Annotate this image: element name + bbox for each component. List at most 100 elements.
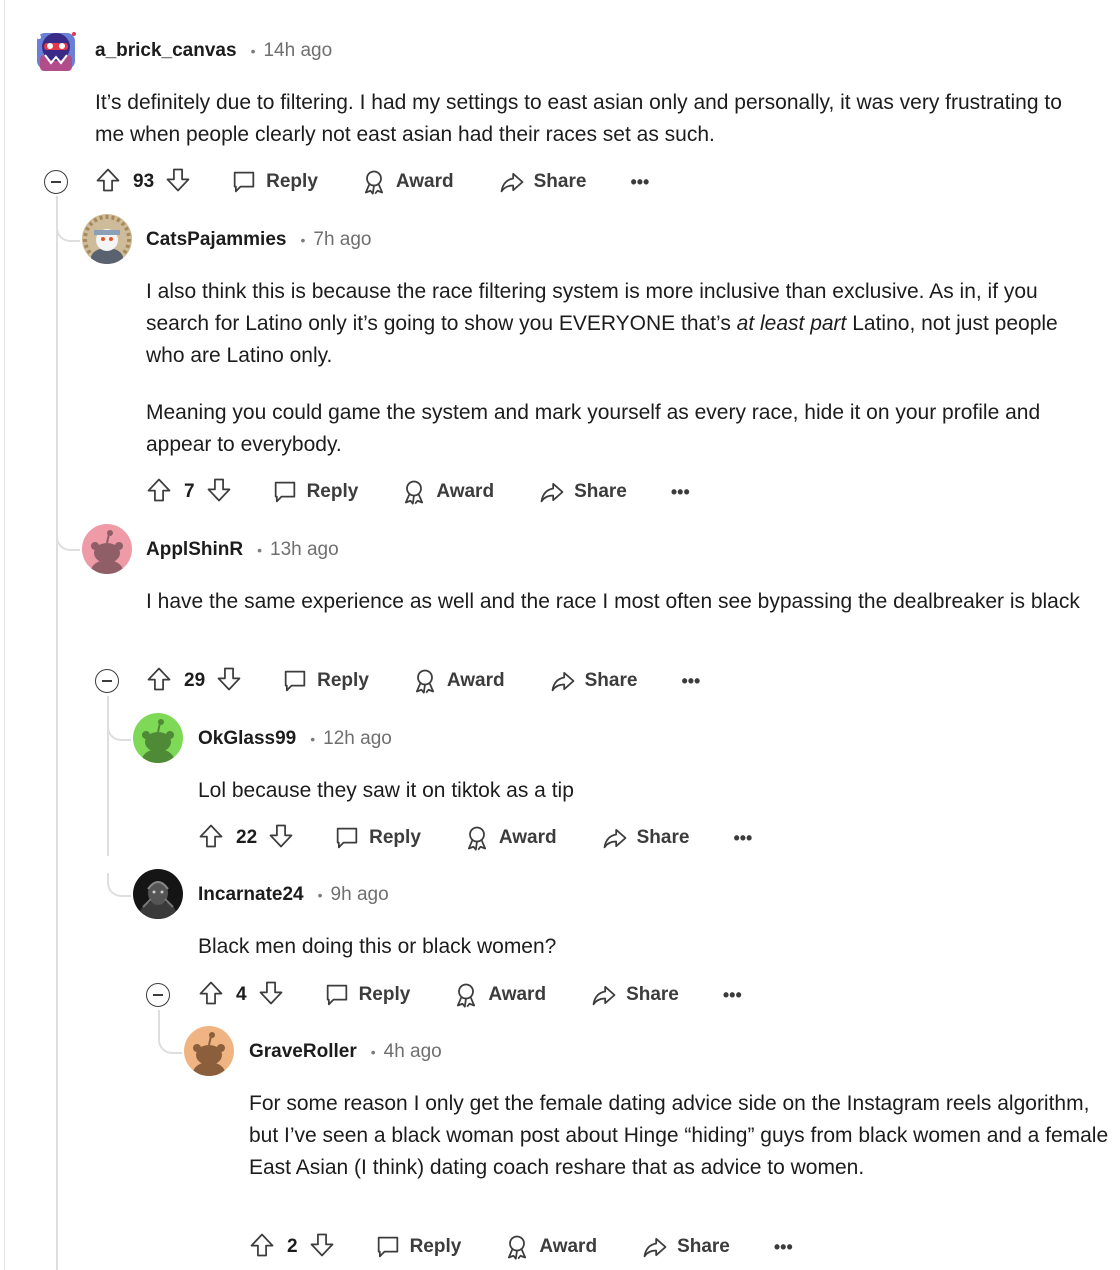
thread-line-incarnate24[interactable] (158, 1010, 160, 1032)
separator-dot: • (257, 542, 263, 558)
award-button[interactable]: Award (360, 168, 454, 196)
collapse-icon[interactable] (95, 669, 119, 693)
award-label: Award (395, 171, 454, 192)
thread-connector (56, 527, 80, 551)
downvote-icon[interactable] (205, 476, 233, 509)
thread-connector (107, 717, 131, 741)
share-button[interactable]: Share (590, 981, 679, 1009)
downvote-icon[interactable] (257, 979, 285, 1012)
vote-count: 4 (236, 984, 247, 1005)
award-button[interactable]: Award (452, 981, 546, 1009)
comment-header: Incarnate24 • 9h ago (198, 883, 389, 907)
downvote-icon[interactable] (164, 166, 192, 199)
upvote-icon[interactable] (197, 822, 225, 855)
username[interactable]: Incarnate24 (198, 884, 304, 906)
reply-icon (230, 168, 258, 196)
share-label: Share (533, 171, 587, 192)
more-options-button[interactable]: ••• (774, 1237, 793, 1258)
share-button[interactable]: Share (498, 168, 587, 196)
award-label: Award (446, 670, 505, 691)
separator-dot: • (317, 887, 323, 903)
share-button[interactable]: Share (538, 478, 627, 506)
comment-header: a_brick_canvas • 14h ago (95, 39, 332, 63)
comment-header: GraveRoller • 4h ago (249, 1040, 442, 1064)
thread-line-a-brick-canvas[interactable] (56, 196, 58, 1270)
reply-icon (374, 1233, 402, 1261)
separator-dot: • (250, 43, 256, 59)
downvote-icon[interactable] (308, 1231, 336, 1264)
vote-count: 22 (236, 827, 258, 848)
reply-button[interactable]: Reply (230, 168, 318, 196)
share-icon (601, 824, 629, 852)
emphasized-text: at least part (736, 312, 847, 335)
comment-header: OkGlass99 • 12h ago (198, 727, 392, 751)
comment-text: Meaning you could game the system and ma… (146, 401, 1041, 456)
share-button[interactable]: Share (641, 1233, 730, 1261)
upvote-icon[interactable] (94, 166, 122, 199)
comment-actions: 29 Reply Award Share ••• (145, 661, 700, 701)
thread-connector (56, 218, 80, 242)
comment-body: For some reason I only get the female da… (249, 1088, 1109, 1184)
upvote-icon[interactable] (145, 476, 173, 509)
more-options-button[interactable]: ••• (681, 671, 700, 692)
avatar[interactable] (133, 713, 183, 763)
award-icon (411, 667, 439, 695)
username[interactable]: ApplShinR (146, 539, 243, 561)
avatar[interactable] (133, 869, 183, 919)
reply-label: Reply (306, 481, 359, 502)
vote-count: 29 (184, 670, 206, 691)
reply-button[interactable]: Reply (374, 1233, 461, 1261)
username[interactable]: GraveRoller (249, 1041, 357, 1063)
award-label: Award (498, 827, 557, 848)
reply-icon (333, 824, 361, 852)
share-icon (498, 168, 526, 196)
award-icon (503, 1233, 531, 1261)
more-options-button[interactable]: ••• (733, 828, 752, 849)
avatar[interactable] (82, 214, 132, 264)
more-options-button[interactable]: ••• (671, 482, 690, 503)
username[interactable]: OkGlass99 (198, 728, 296, 750)
share-icon (538, 478, 566, 506)
timestamp[interactable]: 4h ago (384, 1041, 442, 1063)
more-options-button[interactable]: ••• (723, 985, 742, 1006)
reply-button[interactable]: Reply (281, 667, 369, 695)
comment-text: I also think this is because the race fi… (146, 280, 1058, 367)
upvote-icon[interactable] (145, 665, 173, 698)
award-button[interactable]: Award (411, 667, 505, 695)
avatar[interactable] (184, 1026, 234, 1076)
downvote-icon[interactable] (215, 665, 243, 698)
avatar[interactable] (31, 25, 81, 75)
award-button[interactable]: Award (503, 1233, 597, 1261)
timestamp[interactable]: 12h ago (323, 728, 392, 750)
collapse-icon[interactable] (146, 983, 170, 1007)
more-options-button[interactable]: ••• (630, 172, 649, 193)
username[interactable]: CatsPajammies (146, 229, 286, 251)
username[interactable]: a_brick_canvas (95, 40, 237, 62)
award-button[interactable]: Award (400, 478, 494, 506)
reply-button[interactable]: Reply (271, 478, 359, 506)
award-label: Award (488, 984, 547, 1005)
reply-icon (323, 981, 351, 1009)
downvote-icon[interactable] (267, 822, 295, 855)
collapse-icon[interactable] (44, 170, 68, 194)
share-label: Share (677, 1236, 730, 1257)
award-button[interactable]: Award (463, 824, 557, 852)
comment-actions: 7 Reply Award Share ••• (145, 472, 690, 512)
reply-button[interactable]: Reply (323, 981, 410, 1009)
separator-dot: • (300, 232, 306, 248)
timestamp[interactable]: 9h ago (331, 884, 389, 906)
avatar[interactable] (82, 524, 132, 574)
share-button[interactable]: Share (601, 824, 689, 852)
comment-actions: 93 Reply Award Share ••• (94, 162, 649, 202)
upvote-icon[interactable] (197, 979, 225, 1012)
timestamp[interactable]: 13h ago (270, 539, 339, 561)
comment-text: Lol because they saw it on tiktok as a t… (198, 779, 574, 802)
award-icon (400, 478, 428, 506)
page-left-border (4, 0, 5, 1270)
vote-count: 93 (133, 171, 155, 192)
share-button[interactable]: Share (549, 667, 637, 695)
timestamp[interactable]: 14h ago (263, 40, 332, 62)
reply-button[interactable]: Reply (333, 824, 421, 852)
timestamp[interactable]: 7h ago (313, 229, 371, 251)
upvote-icon[interactable] (248, 1231, 276, 1264)
